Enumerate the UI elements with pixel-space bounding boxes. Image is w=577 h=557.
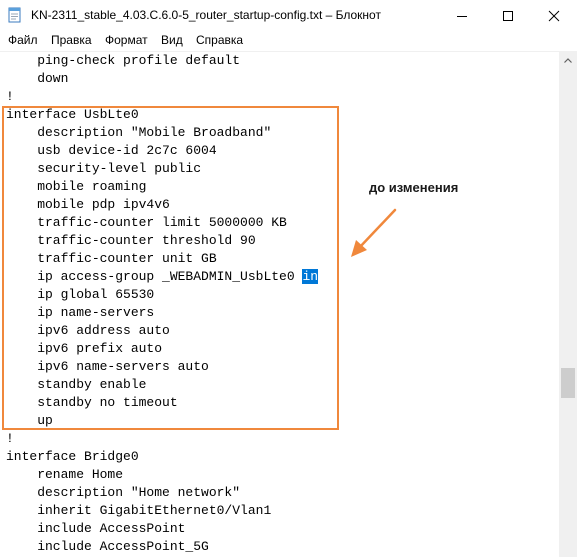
code-line: ipv6 name-servers auto xyxy=(6,359,209,374)
menu-format[interactable]: Формат xyxy=(105,33,148,47)
annotation-arrow-icon xyxy=(351,208,397,257)
code-line: description "Home network" xyxy=(6,485,241,500)
code-line: ipv6 prefix auto xyxy=(6,341,163,356)
code-line: traffic-counter threshold 90 xyxy=(6,233,256,248)
code-line: rename Home xyxy=(6,467,124,482)
code-line: ipv6 address auto xyxy=(6,323,170,338)
notepad-icon xyxy=(7,7,23,23)
code-line: usb device-id 2c7c 6004 xyxy=(6,143,217,158)
annotation-label: до изменения xyxy=(369,180,459,195)
code-line: traffic-counter limit 5000000 KB xyxy=(6,215,287,230)
code-line: inherit GigabitEthernet0/Vlan1 xyxy=(6,503,272,518)
menu-bar: Файл Правка Формат Вид Справка xyxy=(0,31,577,52)
code-line: interface Bridge0 xyxy=(6,449,139,464)
menu-edit[interactable]: Правка xyxy=(51,33,92,47)
code-line: standby enable xyxy=(6,377,147,392)
close-button[interactable] xyxy=(531,0,577,31)
code-line: down xyxy=(6,71,69,86)
code-line: up xyxy=(6,413,53,428)
code-line: include AccessPoint_5G xyxy=(6,539,209,554)
window-title: KN-2311_stable_4.03.C.6.0-5_router_start… xyxy=(31,8,381,22)
code-line: mobile pdp ipv4v6 xyxy=(6,197,170,212)
text-editor[interactable]: ping-check profile default down ! interf… xyxy=(0,52,559,557)
code-line: mobile roaming xyxy=(6,179,147,194)
code-line: ! xyxy=(6,431,14,446)
notepad-window: KN-2311_stable_4.03.C.6.0-5_router_start… xyxy=(0,0,577,557)
menu-file[interactable]: Файл xyxy=(8,33,38,47)
code-line: traffic-counter unit GB xyxy=(6,251,217,266)
close-icon xyxy=(548,10,560,22)
code-line: include AccessPoint xyxy=(6,521,186,536)
code-line: description "Mobile Broadband" xyxy=(6,125,272,140)
code-line: interface UsbLte0 xyxy=(6,107,139,122)
scroll-thumb[interactable] xyxy=(561,368,575,398)
code-line: ip name-servers xyxy=(6,305,155,320)
code-line: security-level public xyxy=(6,161,202,176)
code-line: ! xyxy=(6,89,14,104)
maximize-button[interactable] xyxy=(485,0,531,31)
menu-view[interactable]: Вид xyxy=(161,33,183,47)
title-bar[interactable]: KN-2311_stable_4.03.C.6.0-5_router_start… xyxy=(0,0,577,32)
code-line-text: ip access-group _WEBADMIN_UsbLte0 xyxy=(6,269,303,284)
minimize-button[interactable] xyxy=(439,0,485,31)
code-line: ping-check profile default xyxy=(6,53,241,68)
chevron-up-icon xyxy=(564,58,572,63)
maximize-icon xyxy=(503,11,513,21)
text-selection: in xyxy=(302,269,319,284)
menu-help[interactable]: Справка xyxy=(196,33,243,47)
code-line-selected: ip access-group _WEBADMIN_UsbLte0 in xyxy=(6,268,319,286)
code-line: standby no timeout xyxy=(6,395,178,410)
vertical-scrollbar[interactable] xyxy=(559,52,577,557)
code-line: ip global 65530 xyxy=(6,287,155,302)
scroll-up-button[interactable] xyxy=(559,52,577,69)
minimize-icon xyxy=(457,16,467,17)
